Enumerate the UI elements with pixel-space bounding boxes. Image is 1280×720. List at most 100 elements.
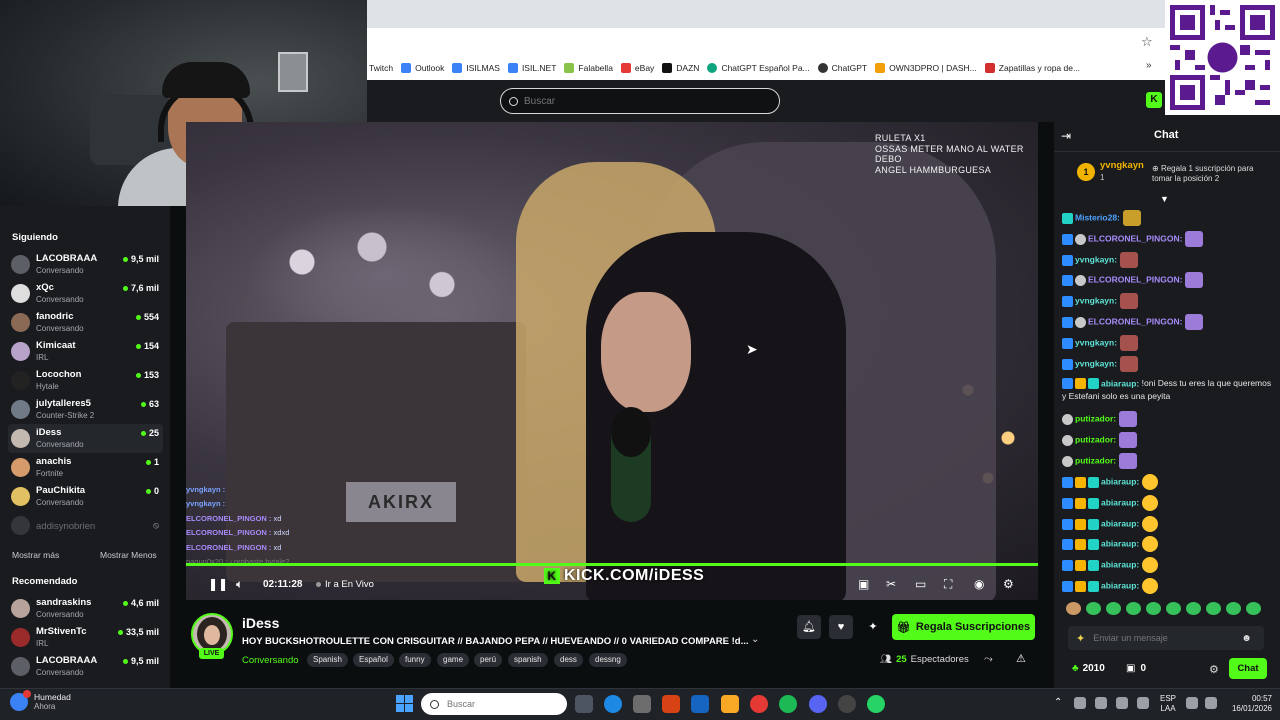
emote-icon[interactable] [1206,602,1221,615]
task-view-icon[interactable] [575,695,593,713]
chevron-down-icon[interactable]: ▼ [1160,194,1169,204]
bookmark-falabella[interactable]: Falabella [564,63,613,73]
emote-icon[interactable] [1246,602,1261,615]
weather-widget[interactable]: Humedad Ahora [10,689,71,711]
show-more-link[interactable]: Mostrar más [12,550,59,560]
channel-points[interactable]: ♣ 2010 [1072,663,1105,674]
report-warning-icon[interactable]: ⚠︎ [1016,652,1026,665]
bookmarks-overflow-icon[interactable]: » [1146,60,1152,71]
sidebar-channel-fanodric[interactable]: fanodric Conversando 554 [8,308,163,337]
chat-username[interactable]: ELCORONEL_PINGON: [1088,275,1182,285]
sidebar-channel-pauchikita[interactable]: PauChikita Conversando 0 [8,482,163,511]
bookmark-own3dpro[interactable]: OWN3DPRO | DASH... [875,63,977,73]
chrome-icon[interactable] [750,695,768,713]
chat-username[interactable]: putizador: [1075,456,1116,466]
sidebar-channel-xqc[interactable]: xQc Conversando 7,6 mil [8,279,163,308]
streamer-name[interactable]: iDess [242,615,279,631]
chat-username[interactable]: ELCORONEL_PINGON: [1088,317,1182,327]
powerpoint-icon[interactable] [662,695,680,713]
sidebar-rec-lacobraaa[interactable]: LACOBRAAA Conversando 9,5 mil [8,652,163,681]
chat-username[interactable]: abiaraup: [1101,498,1139,508]
microphone-icon[interactable] [1137,697,1149,709]
sidebar-channel-idess[interactable]: iDess Conversando 25 [8,424,163,453]
chat-username[interactable]: yvngkayn: [1075,338,1117,348]
tag-chip[interactable]: perú [474,653,503,667]
tag-chip[interactable]: Spanish [307,653,348,667]
stats-icon[interactable]: ◉ [974,577,984,591]
theater-mode-icon[interactable]: ▭ [915,577,926,591]
tray-app-icon[interactable] [1074,697,1086,709]
emote-icon[interactable] [1106,602,1121,615]
follow-button[interactable]: ♥ [829,615,853,639]
sidebar-channel-locochon[interactable]: Locochon Hytale 153 [8,366,163,395]
chevron-down-icon[interactable]: ⌄ [751,634,759,645]
tag-chip[interactable]: game [437,653,470,667]
chat-username[interactable]: abiaraup: [1101,477,1139,487]
gift-count[interactable]: ▣ 0 [1126,663,1146,674]
tag-chip[interactable]: dessng [589,653,627,667]
input-language[interactable]: ESP LAA [1160,694,1176,714]
category-link[interactable]: Conversando [242,655,299,666]
sidebar-rec-sandraskins[interactable]: sandraskins Conversando 4,6 mil [8,594,163,623]
bookmark-twitch[interactable]: Twitch [369,63,393,73]
taskbar-search[interactable] [421,693,567,715]
search-input[interactable] [524,95,764,107]
emote-icon[interactable] [1166,602,1181,615]
sparkle-button[interactable]: ✦ [861,615,885,639]
emote-icon[interactable] [1226,602,1241,615]
tag-chip[interactable]: spanish [508,653,548,667]
sparkle-icon[interactable]: ✦ [1076,632,1085,645]
gift-subs-button[interactable]: 🎁︎ Regala Suscripciones [892,614,1035,640]
file-explorer-icon[interactable] [721,695,739,713]
go-live-button[interactable]: Ir a En Vivo [316,579,374,590]
chat-username[interactable]: abiaraup: [1101,539,1139,549]
settings-gear-icon[interactable]: ⚙︎ [1003,577,1014,591]
chat-username[interactable]: abiaraup: [1101,560,1139,570]
obs-icon[interactable] [838,695,856,713]
pause-icon[interactable]: ❚❚ [208,577,228,591]
chat-username[interactable]: ELCORONEL_PINGON: [1088,234,1182,244]
emote-icon[interactable] [1126,602,1141,615]
share-icon[interactable]: ⤳ [984,653,993,666]
sidebar-channel-lacobraaa[interactable]: LACOBRAAA Conversando 9,5 mil [8,250,163,279]
notification-bell-button[interactable]: 🔔︎ [797,615,821,639]
emote-icon[interactable] [1066,602,1081,615]
tag-chip[interactable]: Español [353,653,394,667]
bookmark-isilnet[interactable]: ISIL.NET [507,63,556,73]
windows-start-icon[interactable] [396,695,413,712]
emote-icon[interactable] [1186,602,1201,615]
chat-input[interactable] [1093,633,1234,643]
whatsapp-icon[interactable] [867,695,885,713]
chat-username[interactable]: yvngkayn: [1075,296,1117,306]
volume-icon[interactable]: 🔈︎ [236,577,243,592]
bookmark-outlook[interactable]: Outlook [401,63,444,73]
emoji-picker-icon[interactable]: ☻ [1241,633,1252,644]
bookmark-chatgpt-es[interactable]: ChatGPT Español Pa... [707,63,810,73]
bookmark-isilmas[interactable]: ISILMAS [452,63,500,73]
chat-username[interactable]: putizador: [1075,435,1116,445]
tag-chip[interactable]: funny [399,653,431,667]
leaderboard-user[interactable]: yvngkayn [1100,160,1144,171]
word-icon[interactable] [691,695,709,713]
kick-app-icon[interactable]: K [1146,92,1162,108]
chat-username[interactable]: yvngkayn: [1075,359,1117,369]
edge-browser-icon[interactable] [604,695,622,713]
spotify-icon[interactable] [779,695,797,713]
chat-username[interactable]: abiaraup: [1101,378,1139,388]
system-clock[interactable]: 00:57 16/01/2026 [1226,694,1272,714]
miniplayer-icon[interactable]: ▣ [858,577,869,591]
sidebar-channel-anachis[interactable]: anachis Fortnite 1 [8,453,163,482]
bookmark-zapatillas[interactable]: Zapatillas y ropa de... [984,63,1080,73]
collapse-chat-icon[interactable]: ⇥ [1061,129,1071,143]
emote-icon[interactable] [1086,602,1101,615]
site-search[interactable] [500,88,780,114]
chat-send-button[interactable]: Chat [1229,658,1267,679]
show-less-link[interactable]: Mostrar Menos [100,550,157,560]
volume-icon[interactable] [1205,697,1217,709]
store-icon[interactable] [633,695,651,713]
chat-username[interactable]: abiaraup: [1101,581,1139,591]
bookmark-chatgpt[interactable]: ChatGPT [817,63,867,73]
sidebar-channel-kimicaat[interactable]: Kimicaat IRL 154 [8,337,163,366]
tag-chip[interactable]: dess [554,653,583,667]
tray-app-icon[interactable] [1116,697,1128,709]
